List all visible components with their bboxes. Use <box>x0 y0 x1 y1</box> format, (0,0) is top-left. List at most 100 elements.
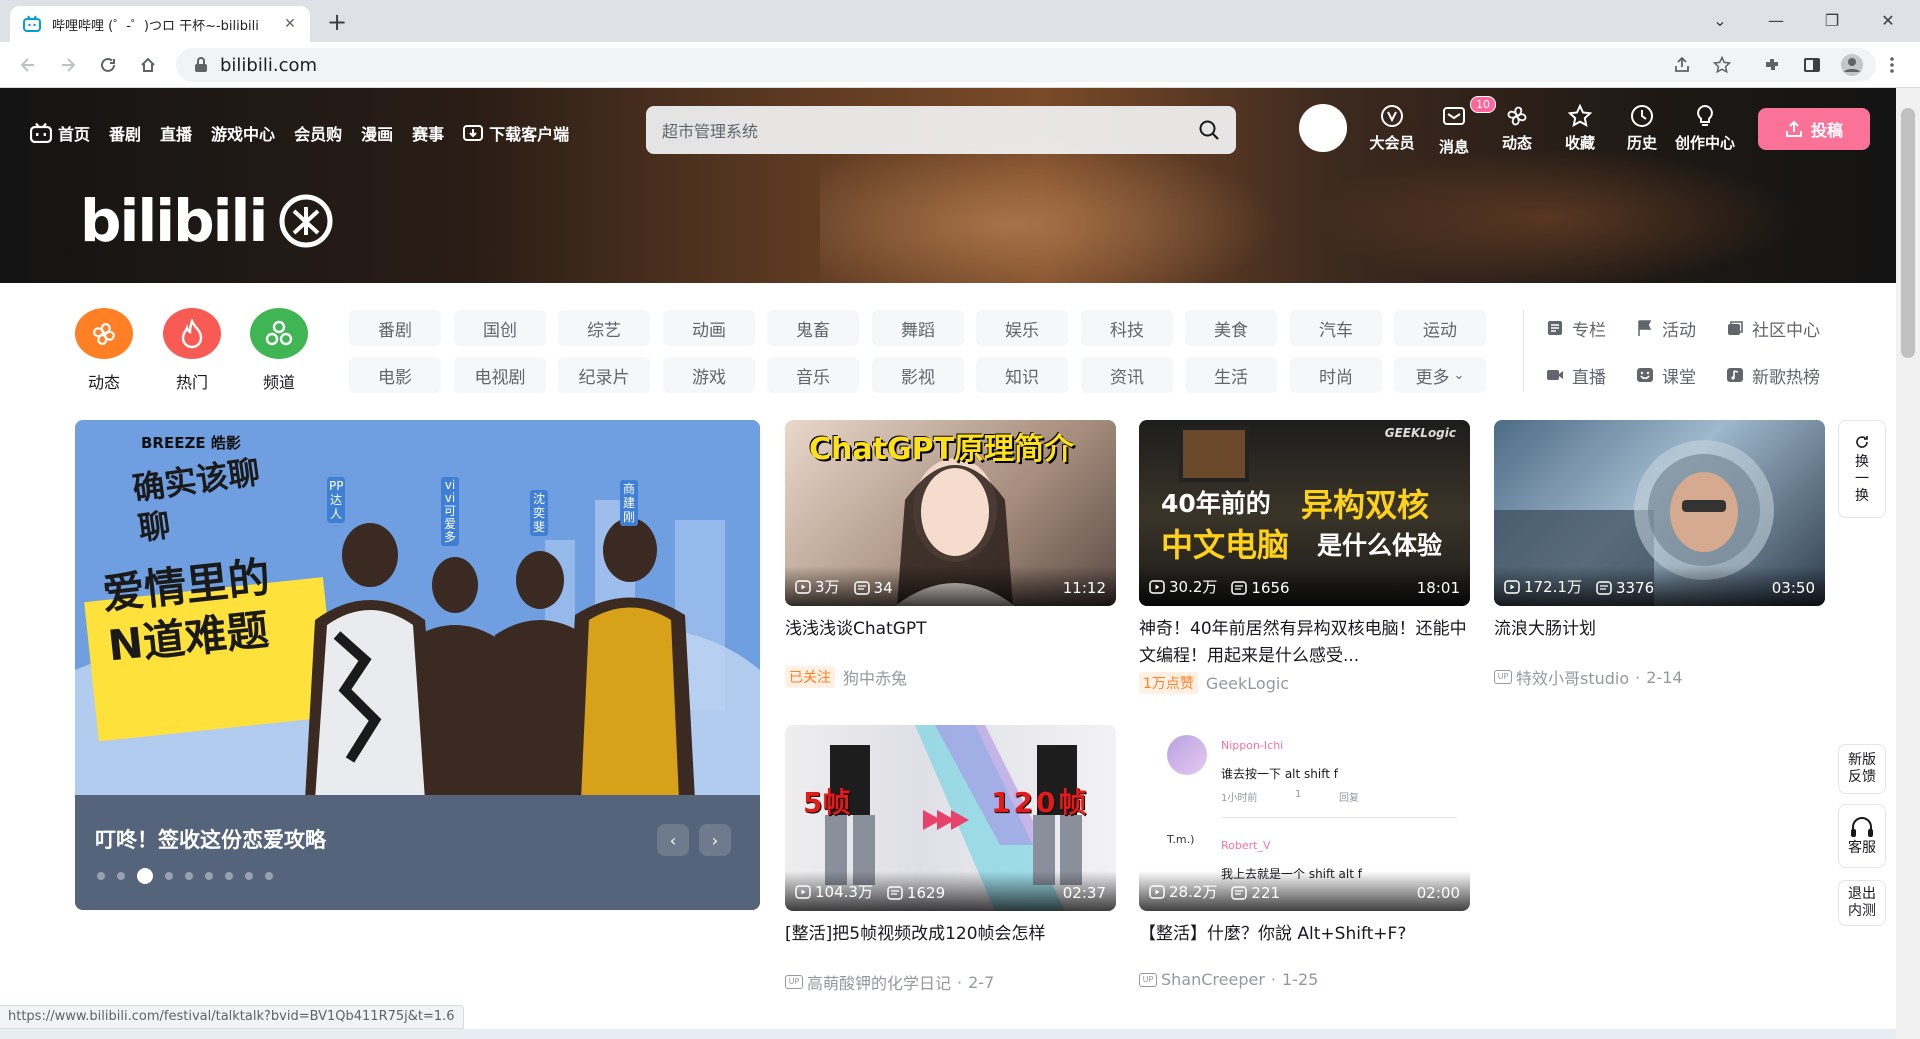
carousel-prev-button[interactable]: ‹ <box>657 824 689 856</box>
feedback-button[interactable]: 新版反馈 <box>1838 744 1886 794</box>
bookmark-star-icon[interactable] <box>1706 49 1738 81</box>
maximize-button[interactable]: ❐ <box>1804 0 1860 40</box>
video-title[interactable]: 流浪大肠计划 <box>1494 616 1825 643</box>
forward-button[interactable] <box>52 49 84 81</box>
tab-search-icon[interactable]: ⌄ <box>1692 0 1748 40</box>
search-icon[interactable] <box>1198 119 1220 141</box>
minimize-button[interactable]: — <box>1748 0 1804 40</box>
channel-button[interactable]: 番剧 <box>349 310 441 346</box>
carousel-dot[interactable] <box>97 872 105 880</box>
channel-button[interactable]: 娱乐 <box>976 310 1068 346</box>
browser-tab[interactable]: 哔哩哔哩 (゜-゜)つロ 干杯~-bilibili ✕ <box>10 6 310 42</box>
nav-manga[interactable]: 漫画 <box>361 121 393 145</box>
carousel-dot[interactable] <box>225 872 233 880</box>
nav-download[interactable]: 下载客户端 <box>463 121 569 145</box>
carousel-title[interactable]: 叮咚！签收这份恋爱攻略 <box>95 824 326 854</box>
channel-button[interactable]: 音乐 <box>767 357 859 393</box>
sidepanel-icon[interactable] <box>1796 49 1828 81</box>
link-article[interactable]: 专栏 <box>1546 313 1606 343</box>
channel-button[interactable]: 更多 ⌄ <box>1394 357 1486 393</box>
video-card[interactable]: ChatGPT原理简介 3万 34 11:12 浅浅浅谈ChatGPT 已关注 … <box>785 420 1116 689</box>
video-card[interactable]: Nippon-Ichi 谁去按一下 alt shift f 1小时前 1 回复 … <box>1139 725 1470 989</box>
nav-mall[interactable]: 会员购 <box>294 121 342 145</box>
carousel-dot[interactable] <box>185 872 193 880</box>
video-thumbnail[interactable]: ChatGPT原理简介 3万 34 11:12 <box>785 420 1116 606</box>
user-avatar[interactable] <box>1299 104 1347 152</box>
channel-dynamic[interactable]: 动态 <box>75 308 133 393</box>
channel-button[interactable]: 综艺 <box>558 310 650 346</box>
back-button[interactable] <box>12 49 44 81</box>
channel-button[interactable]: 时尚 <box>1290 357 1382 393</box>
profile-icon[interactable] <box>1836 49 1868 81</box>
link-activity[interactable]: 活动 <box>1636 313 1696 343</box>
video-author[interactable]: 狗中赤兔 <box>843 665 907 689</box>
video-card[interactable]: 172.1万 3376 03:50 流浪大肠计划 UP 特效小哥studio ·… <box>1494 420 1825 689</box>
channel-button[interactable]: 美食 <box>1185 310 1277 346</box>
channel-button[interactable]: 生活 <box>1185 357 1277 393</box>
header-creator[interactable]: 创作中心 <box>1675 104 1735 160</box>
channel-button[interactable]: 鬼畜 <box>767 310 859 346</box>
refresh-button[interactable]: 换一换 <box>1838 420 1886 518</box>
home-button[interactable] <box>132 49 164 81</box>
exit-beta-button[interactable]: 退出内测 <box>1838 880 1886 926</box>
video-title[interactable]: [整活]把5帧视频改成120帧会怎样 <box>785 921 1116 948</box>
service-button[interactable]: 客服 <box>1838 804 1886 868</box>
reload-button[interactable] <box>92 49 124 81</box>
channel-channels[interactable]: 频道 <box>250 308 308 393</box>
channel-button[interactable]: 电影 <box>349 357 441 393</box>
carousel-dot[interactable] <box>245 872 253 880</box>
extensions-icon[interactable] <box>1756 49 1788 81</box>
scrollbar-thumb[interactable] <box>1901 108 1915 358</box>
channel-button[interactable]: 运动 <box>1394 310 1486 346</box>
nav-live[interactable]: 直播 <box>160 121 192 145</box>
header-dynamic[interactable]: 动态 <box>1489 104 1545 160</box>
nav-home[interactable]: 首页 <box>30 121 90 145</box>
browser-menu-icon[interactable] <box>1876 49 1908 81</box>
channel-button[interactable]: 纪录片 <box>558 357 650 393</box>
video-thumbnail[interactable]: 172.1万 3376 03:50 <box>1494 420 1825 606</box>
nav-match[interactable]: 赛事 <box>412 121 444 145</box>
video-title[interactable]: 神奇！40年前居然有异构双核电脑！还能中文编程！用起来是什么感受... <box>1139 616 1470 670</box>
channel-button[interactable]: 影视 <box>872 357 964 393</box>
video-thumbnail[interactable]: Nippon-Ichi 谁去按一下 alt shift f 1小时前 1 回复 … <box>1139 725 1470 911</box>
channel-button[interactable]: 汽车 <box>1290 310 1382 346</box>
header-message[interactable]: 10 消息 <box>1426 96 1496 160</box>
header-favorites[interactable]: 收藏 <box>1552 104 1608 160</box>
video-author[interactable]: ShanCreeper <box>1161 970 1265 989</box>
nav-game-center[interactable]: 游戏中心 <box>211 121 275 145</box>
new-tab-button[interactable]: + <box>322 9 352 37</box>
video-card[interactable]: GEEKLogic 40年前的 异构双核 中文电脑 是什么体验 30.2万 16… <box>1139 420 1470 694</box>
channel-button[interactable]: 舞蹈 <box>872 310 964 346</box>
carousel-dot[interactable] <box>205 872 213 880</box>
video-thumbnail[interactable]: 5帧 120帧 104.3万 1629 02:37 <box>785 725 1116 911</box>
channel-hot[interactable]: 热门 <box>163 308 221 393</box>
nav-bangumi[interactable]: 番剧 <box>109 121 141 145</box>
search-input[interactable]: 超市管理系统 <box>662 118 1198 142</box>
header-history[interactable]: 历史 <box>1614 104 1670 160</box>
address-bar[interactable]: bilibili.com <box>176 48 1876 82</box>
search-box[interactable]: 超市管理系统 <box>646 106 1236 154</box>
video-card[interactable]: 5帧 120帧 104.3万 1629 02:37 [整活]把5帧视频改成120… <box>785 725 1116 994</box>
carousel-dot[interactable] <box>265 872 273 880</box>
upload-button[interactable]: 投稿 <box>1758 108 1870 150</box>
video-title[interactable]: 浅浅浅谈ChatGPT <box>785 616 1116 643</box>
video-author[interactable]: 特效小哥studio <box>1516 665 1629 689</box>
carousel-dot[interactable] <box>165 872 173 880</box>
tab-close-icon[interactable]: ✕ <box>282 16 298 32</box>
carousel-dot[interactable] <box>137 868 153 884</box>
channel-button[interactable]: 动画 <box>663 310 755 346</box>
video-title[interactable]: 【整活】什麼？你說 Alt+Shift+F? <box>1139 921 1470 948</box>
channel-button[interactable]: 知识 <box>976 357 1068 393</box>
channel-button[interactable]: 游戏 <box>663 357 755 393</box>
bilibili-logo[interactable]: bilibili <box>80 186 334 256</box>
video-thumbnail[interactable]: GEEKLogic 40年前的 异构双核 中文电脑 是什么体验 30.2万 16… <box>1139 420 1470 606</box>
header-vip[interactable]: 大会员 <box>1364 104 1420 160</box>
channel-button[interactable]: 资讯 <box>1081 357 1173 393</box>
link-class[interactable]: 课堂 <box>1636 360 1696 390</box>
page-scrollbar[interactable] <box>1896 88 1920 1039</box>
banner-carousel[interactable]: BREEZE 皓影 确实该聊聊 爱情里的 N道难题 PP达人 vivi可爱多 沈… <box>75 420 760 910</box>
carousel-next-button[interactable]: › <box>699 824 731 856</box>
channel-button[interactable]: 科技 <box>1081 310 1173 346</box>
link-music-chart[interactable]: 新歌热榜 <box>1726 360 1820 390</box>
channel-button[interactable]: 国创 <box>454 310 546 346</box>
